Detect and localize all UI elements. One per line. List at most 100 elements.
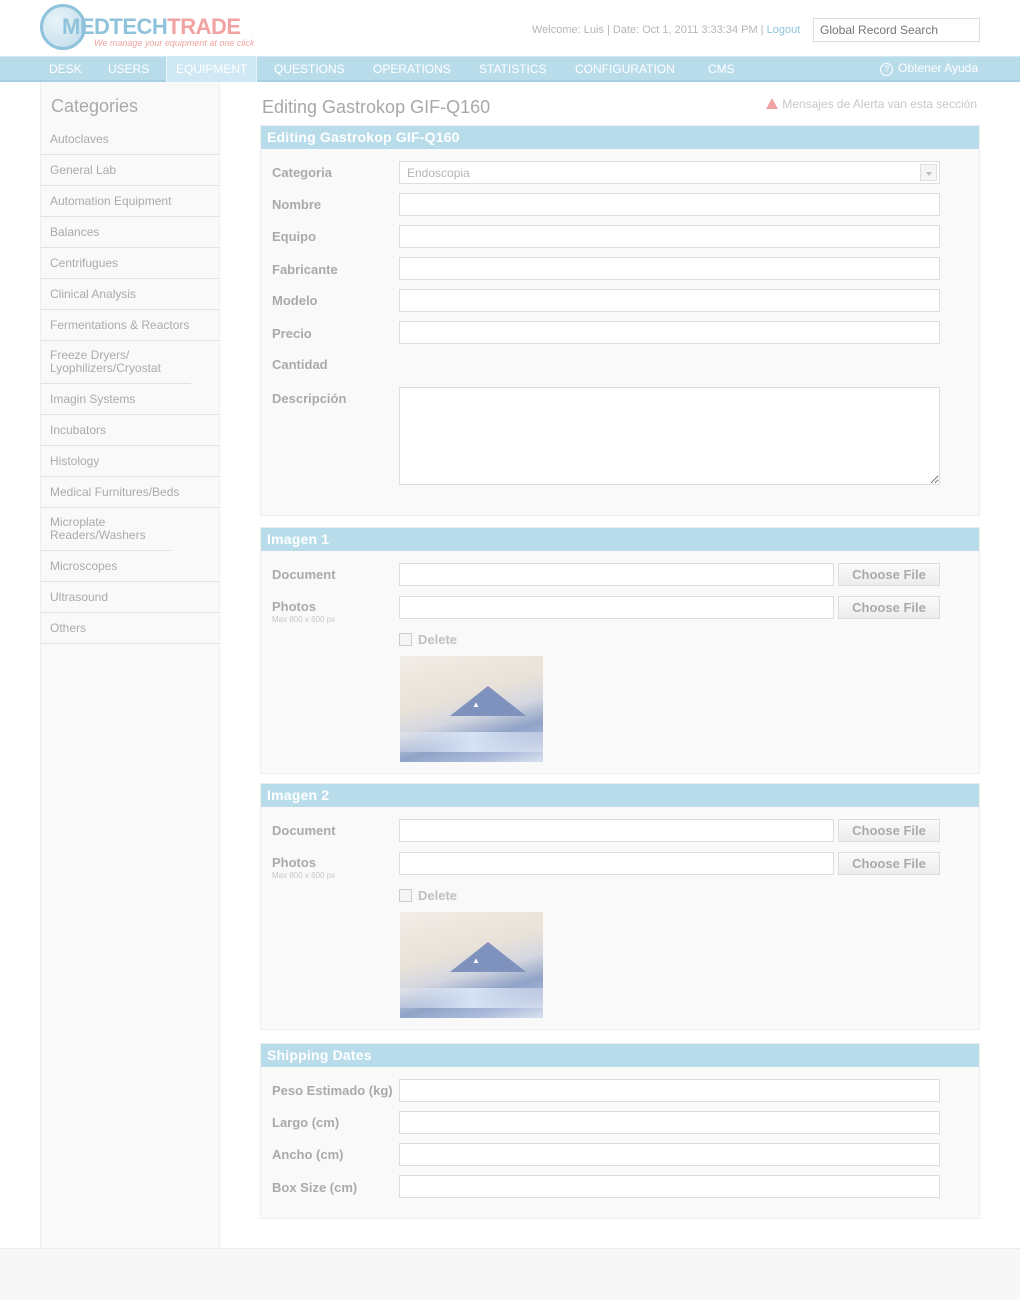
choose-file-button[interactable]: Choose File [838,819,940,842]
photos-label: Photos [272,855,317,870]
sidebar-title: Categories [51,96,139,116]
category-item[interactable]: Automation Equipment [41,186,220,217]
category-item[interactable]: Microscopes [41,551,220,582]
nav-questions[interactable]: QUESTIONS [265,57,354,81]
category-item[interactable]: General Lab [41,155,220,186]
header: MEDTECHTRADE We manage your equipment at… [0,0,1020,56]
sidebar: Categories Autoclaves General Lab Automa… [40,82,220,1248]
category-list: Autoclaves General Lab Automation Equipm… [41,124,220,644]
delete-checkbox[interactable] [399,889,412,902]
categoria-value: Endoscopia [407,166,470,180]
panel-heading: Editing Gastrokop GIF-Q160 [261,126,979,149]
descripcion-textarea[interactable] [399,387,940,485]
photos-label: Photos [272,599,317,614]
category-item[interactable]: Fermentations & Reactors [41,310,220,341]
modelo-input[interactable] [399,289,940,312]
peso-label: Peso Estimado (kg) [272,1083,393,1098]
help-icon: ? [880,63,894,76]
chevron-down-icon[interactable] [920,164,937,181]
document-input[interactable] [399,563,834,586]
category-item[interactable]: Autoclaves [41,124,220,155]
largo-label: Largo (cm) [272,1115,340,1130]
thumbnail-glare [400,988,543,1008]
main-nav: DESK USERS EQUIPMENT QUESTIONS OPERATION… [0,56,1020,82]
photo-thumbnail: ▲ [400,656,543,762]
footer [0,1248,1020,1300]
warning-icon [766,98,779,109]
nav-operations[interactable]: OPERATIONS [364,57,460,81]
panel-heading: Imagen 2 [261,784,979,807]
modelo-label: Modelo [272,293,318,308]
welcome-bar: Welcome: Luis | Date: Oct 1, 2011 3:33:3… [532,24,800,36]
category-item[interactable]: Others [41,613,220,644]
imagen2-panel: Imagen 2 Document Choose File Photos Max… [260,783,980,1030]
categoria-select[interactable]: Endoscopia [399,161,940,184]
category-item[interactable]: Histology [41,446,220,477]
peso-input[interactable] [399,1079,940,1102]
precio-input[interactable] [399,321,940,344]
panel-heading: Imagen 1 [261,528,979,551]
category-item[interactable]: Incubators [41,415,220,446]
thumbnail-glare [400,732,543,752]
welcome-text: Welcome: Luis | Date: Oct 1, 2011 3:33:3… [532,24,764,36]
ancho-input[interactable] [399,1143,940,1166]
logo-text: MEDTECHTRADE [62,14,241,39]
nav-desk[interactable]: DESK [40,57,91,81]
document-input[interactable] [399,819,834,842]
delete-label: Delete [418,632,458,647]
ancho-label: Ancho (cm) [272,1147,344,1162]
document-label: Document [272,823,336,838]
delete-checkbox[interactable] [399,633,412,646]
choose-file-button[interactable]: Choose File [838,596,940,619]
box-size-input[interactable] [399,1175,940,1198]
categoria-label: Categoria [272,165,332,180]
equipo-label: Equipo [272,229,317,244]
thumbnail-mark: ▲ [472,956,480,965]
thumbnail-shape [450,686,526,716]
descripcion-label: Descripción [272,391,347,406]
alert-text: Mensajes de Alerta van esta sección [782,97,977,111]
equipo-input[interactable] [399,225,940,248]
category-item[interactable]: Medical Furnitures/Beds [41,477,220,508]
fabricante-input[interactable] [399,257,940,280]
choose-file-button[interactable]: Choose File [838,852,940,875]
category-item[interactable]: Imagin Systems [41,384,220,415]
nav-configuration[interactable]: CONFIGURATION [566,57,684,81]
thumbnail-mark: ▲ [472,700,480,709]
panel-heading: Shipping Dates [261,1044,979,1067]
fabricante-label: Fabricante [272,262,338,277]
nombre-label: Nombre [272,197,322,212]
logout-link[interactable]: Logout [767,24,801,36]
photos-hint: Max 800 x 600 px [272,615,336,624]
delete-label: Delete [418,888,458,903]
imagen1-panel: Imagen 1 Document Choose File Photos Max… [260,527,980,774]
photos-input[interactable] [399,852,834,875]
choose-file-button[interactable]: Choose File [838,563,940,586]
nombre-input[interactable] [399,193,940,216]
category-item[interactable]: Balances [41,217,220,248]
category-item[interactable]: Microplate Readers/Washers [41,508,171,551]
category-item[interactable]: Freeze Dryers/ Lyophilizers/Cryostat [41,341,191,384]
category-item[interactable]: Ultrasound [41,582,220,613]
alert-message: Mensajes de Alerta van esta sección [766,97,977,111]
nav-users[interactable]: USERS [99,57,158,81]
largo-input[interactable] [399,1111,940,1134]
box-size-label: Box Size (cm) [272,1180,358,1195]
nav-cms[interactable]: CMS [699,57,744,81]
thumbnail-shape [450,942,526,972]
page-title: Editing Gastrokop GIF-Q160 [262,97,491,117]
cantidad-label: Cantidad [272,357,328,372]
help-link[interactable]: ? Obtener Ayuda [880,61,978,76]
photos-input[interactable] [399,596,834,619]
logo-tagline: We manage your equipment at one click [94,38,255,48]
edit-panel: Editing Gastrokop GIF-Q160 Categoria End… [260,125,980,516]
help-label: Obtener Ayuda [898,61,978,75]
photo-thumbnail: ▲ [400,912,543,1018]
logo[interactable]: MEDTECHTRADE We manage your equipment at… [40,4,254,52]
category-item[interactable]: Clinical Analysis [41,279,220,310]
category-item[interactable]: Centrifugues [41,248,220,279]
nav-statistics[interactable]: STATISTICS [470,57,556,81]
nav-equipment[interactable]: EQUIPMENT [166,56,258,82]
document-label: Document [272,567,336,582]
global-search-input[interactable] [813,18,980,42]
